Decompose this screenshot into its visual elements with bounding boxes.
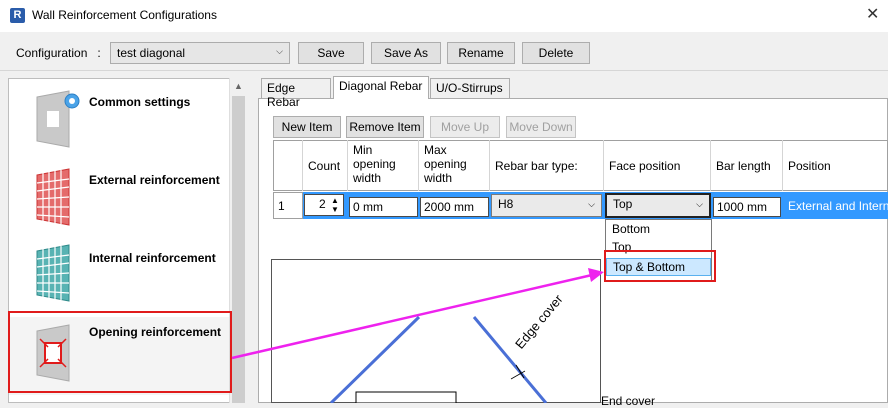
- min-opening-width-input[interactable]: 0 mm: [349, 197, 418, 217]
- nav-item-internal-reinforcement[interactable]: Internal reinforcement: [9, 239, 230, 317]
- nav-item-external-reinforcement[interactable]: External reinforcement: [9, 161, 230, 239]
- column-header-rebar-bar-type[interactable]: Rebar bar type:: [490, 140, 604, 191]
- end-cover-label: End cover: [601, 394, 656, 408]
- rename-button[interactable]: Rename: [447, 42, 515, 64]
- save-as-button[interactable]: Save As: [371, 42, 441, 64]
- scroll-up-icon[interactable]: ▲: [234, 81, 243, 91]
- chevron-down-icon: ⌵: [696, 199, 703, 209]
- annotation-highlight-box: [604, 250, 716, 282]
- stepper-arrows-icon[interactable]: ▲ ▼: [331, 196, 339, 214]
- edge-cover-dimension: [515, 364, 525, 379]
- column-header-face-position[interactable]: Face position: [604, 140, 711, 191]
- dropdown-option-bottom[interactable]: Bottom: [606, 221, 711, 239]
- column-header-max-opening-width[interactable]: Max opening width: [419, 140, 490, 191]
- save-button[interactable]: Save: [298, 42, 364, 64]
- chevron-down-icon: ⌵: [588, 199, 595, 209]
- column-header-min-opening-width[interactable]: Min opening width: [348, 140, 419, 191]
- wall-gear-thumbnail: [36, 90, 80, 148]
- bar-length-input[interactable]: 1000 mm: [713, 197, 781, 217]
- column-header-count[interactable]: Count: [303, 140, 348, 191]
- remove-item-button[interactable]: Remove Item: [346, 116, 424, 138]
- close-icon[interactable]: ✕: [866, 4, 879, 24]
- diagonal-rebar-left: [329, 315, 421, 403]
- rebar-bar-type-select[interactable]: H8 ⌵: [491, 194, 602, 217]
- external-mesh-thumbnail: [36, 168, 70, 226]
- nav-item-label: External reinforcement: [89, 173, 220, 187]
- column-header-position[interactable]: Position: [783, 140, 888, 191]
- nav-item-common-settings[interactable]: Common settings: [9, 83, 230, 161]
- tab-diagonal-rebar[interactable]: Diagonal Rebar: [333, 76, 429, 99]
- max-opening-width-input[interactable]: 2000 mm: [420, 197, 489, 217]
- move-down-button[interactable]: Move Down: [506, 116, 576, 138]
- tab-edge-rebar[interactable]: Edge Rebar: [261, 78, 331, 109]
- grid-corner-header: [273, 140, 303, 191]
- count-stepper[interactable]: 2 ▲ ▼: [304, 194, 344, 216]
- tab-u-o-stirrups[interactable]: U/O-Stirrups: [430, 78, 510, 98]
- scrollbar-thumb[interactable]: [232, 96, 245, 403]
- new-item-button[interactable]: New Item: [273, 116, 341, 138]
- move-up-button[interactable]: Move Up: [430, 116, 500, 138]
- internal-mesh-thumbnail: [36, 244, 70, 302]
- annotation-highlight-box: [8, 311, 232, 393]
- face-position-select[interactable]: Top ⌵: [605, 193, 711, 218]
- configuration-select[interactable]: test diagonal ⌵: [110, 42, 290, 64]
- delete-button[interactable]: Delete: [522, 42, 590, 64]
- chevron-down-icon: ⌵: [276, 46, 283, 56]
- divider: [0, 70, 888, 71]
- configuration-value: test diagonal: [117, 46, 186, 60]
- opening-outline: [355, 391, 457, 403]
- nav-item-label: Common settings: [89, 95, 191, 109]
- revit-app-icon: R: [10, 8, 25, 23]
- position-cell[interactable]: External and Interna: [788, 199, 888, 213]
- nav-item-label: Internal reinforcement: [89, 251, 216, 265]
- configuration-label: Configuration:: [16, 46, 101, 60]
- window-title: Wall Reinforcement Configurations: [32, 8, 217, 22]
- column-header-bar-length[interactable]: Bar length: [711, 140, 783, 191]
- row-index[interactable]: 1: [273, 192, 303, 219]
